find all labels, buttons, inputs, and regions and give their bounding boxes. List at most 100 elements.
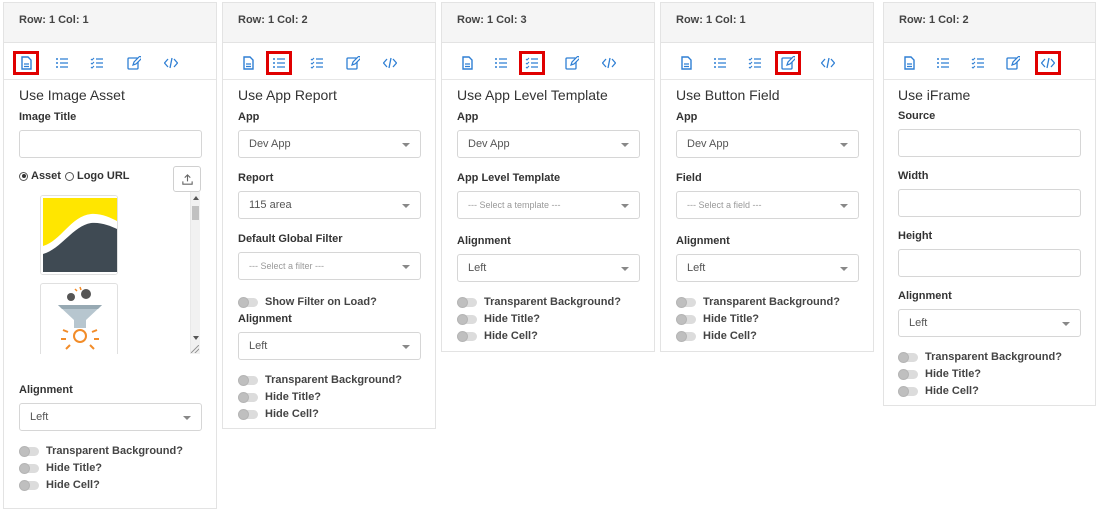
button-field-tab[interactable] [1000, 51, 1026, 75]
app-report-tab[interactable] [930, 51, 956, 75]
button-field-tab[interactable] [340, 51, 366, 75]
app-select[interactable]: Dev App [676, 130, 859, 158]
transparent-background-toggle[interactable]: Transparent Background? [238, 373, 402, 387]
app-level-template-tab[interactable] [965, 51, 991, 75]
app-report-tab[interactable] [707, 51, 733, 75]
toggle-switch[interactable] [457, 313, 477, 325]
toggle-switch[interactable] [19, 462, 39, 474]
toggle-switch[interactable] [676, 313, 696, 325]
image-asset-tab[interactable] [896, 51, 922, 75]
source-input[interactable] [898, 129, 1081, 157]
asset-gallery[interactable] [19, 192, 203, 354]
app-report-icon [937, 58, 949, 68]
transparent-background-toggle[interactable]: Transparent Background? [19, 444, 183, 458]
alignment-value: Left [30, 411, 49, 423]
image-asset-tab[interactable] [235, 51, 261, 75]
alignment-value: Left [468, 262, 487, 274]
show-filter-on-load-toggle[interactable]: Show Filter on Load? [238, 295, 377, 309]
iframe-tab[interactable] [596, 51, 622, 75]
alignment-label: Alignment [238, 313, 292, 325]
hide-cell-toggle[interactable]: Hide Cell? [676, 329, 757, 343]
section-title: Use Image Asset [19, 87, 125, 103]
iframe-tab[interactable] [377, 51, 403, 75]
report-select[interactable]: 115 area [238, 191, 421, 219]
scroll-down-icon[interactable] [193, 336, 199, 340]
app-level-template-tab[interactable] [519, 51, 545, 75]
image-asset-tab[interactable] [673, 51, 699, 75]
scroll-thumb[interactable] [192, 206, 199, 220]
hide-cell-toggle[interactable]: Hide Cell? [19, 478, 100, 492]
asset-gallery-scrollbar[interactable] [190, 192, 200, 354]
field-select[interactable]: --- Select a field --- [676, 191, 859, 219]
section-title: Use App Report [238, 87, 337, 103]
asset-thumbnail[interactable] [40, 195, 118, 275]
hide-cell-toggle[interactable]: Hide Cell? [457, 329, 538, 343]
panel-header: Row: 1 Col: 2 [884, 3, 1095, 43]
iframe-tab[interactable] [158, 51, 184, 75]
app-level-template-tab[interactable] [304, 51, 330, 75]
toggle-switch[interactable] [238, 391, 258, 403]
upload-button[interactable] [173, 166, 201, 192]
app-level-template-tab[interactable] [84, 51, 110, 75]
resize-handle-icon[interactable] [191, 345, 199, 353]
app-report-tab[interactable] [266, 51, 292, 75]
app-select[interactable]: Dev App [457, 130, 640, 158]
hide-title-toggle[interactable]: Hide Title? [898, 367, 981, 381]
app-level-template-tab[interactable] [742, 51, 768, 75]
alignment-select[interactable]: Left [457, 254, 640, 282]
app-level-template-select[interactable]: --- Select a template --- [457, 191, 640, 219]
button-field-icon [127, 56, 141, 70]
toggle-switch[interactable] [898, 351, 918, 363]
toggle-switch[interactable] [457, 330, 477, 342]
toggle-switch[interactable] [238, 408, 258, 420]
iframe-tab[interactable] [1035, 51, 1061, 75]
logo-url-radio[interactable] [64, 171, 74, 181]
alignment-select[interactable]: Left [19, 403, 202, 431]
toggle-label: Transparent Background? [484, 296, 621, 308]
button-field-tab[interactable] [775, 51, 801, 75]
width-input[interactable] [898, 189, 1081, 217]
alignment-select[interactable]: Left [898, 309, 1081, 337]
hide-title-toggle[interactable]: Hide Title? [19, 461, 102, 475]
alignment-select[interactable]: Left [238, 332, 421, 360]
hide-cell-toggle[interactable]: Hide Cell? [238, 407, 319, 421]
transparent-background-toggle[interactable]: Transparent Background? [676, 295, 840, 309]
toggle-switch[interactable] [19, 445, 39, 457]
hide-cell-toggle[interactable]: Hide Cell? [898, 384, 979, 398]
height-input[interactable] [898, 249, 1081, 277]
scroll-up-icon[interactable] [193, 196, 199, 200]
report-label: Report [238, 172, 274, 184]
toggle-switch[interactable] [898, 368, 918, 380]
asset-radio[interactable] [19, 171, 28, 181]
app-label: App [676, 111, 698, 123]
panel-button-field: Row: 1 Col: 1 Use Button Field App Dev A… [660, 2, 874, 352]
image-asset-tab[interactable] [13, 51, 39, 75]
hide-title-toggle[interactable]: Hide Title? [238, 390, 321, 404]
toggle-switch[interactable] [898, 385, 918, 397]
hide-title-toggle[interactable]: Hide Title? [676, 312, 759, 326]
app-report-tab[interactable] [488, 51, 514, 75]
app-report-tab[interactable] [49, 51, 75, 75]
image-asset-tab[interactable] [454, 51, 480, 75]
button-field-tab[interactable] [559, 51, 585, 75]
alignment-select[interactable]: Left [676, 254, 859, 282]
transparent-background-toggle[interactable]: Transparent Background? [457, 295, 621, 309]
button-field-tab[interactable] [121, 51, 147, 75]
iframe-tab[interactable] [815, 51, 841, 75]
filter-placeholder: --- Select a filter --- [249, 261, 325, 271]
asset-thumbnail[interactable] [40, 283, 118, 354]
toggle-switch[interactable] [238, 374, 258, 386]
image-asset-icon [243, 56, 254, 70]
field-placeholder: --- Select a field --- [687, 200, 762, 210]
image-title-input[interactable] [19, 130, 202, 158]
toggle-switch[interactable] [676, 296, 696, 308]
hide-title-toggle[interactable]: Hide Title? [457, 312, 540, 326]
default-global-filter-select[interactable]: --- Select a filter --- [238, 252, 421, 280]
toggle-switch[interactable] [238, 296, 258, 308]
chevron-down-icon [183, 416, 191, 420]
toggle-switch[interactable] [676, 330, 696, 342]
toggle-switch[interactable] [457, 296, 477, 308]
toggle-switch[interactable] [19, 479, 39, 491]
app-select[interactable]: Dev App [238, 130, 421, 158]
transparent-background-toggle[interactable]: Transparent Background? [898, 350, 1062, 364]
